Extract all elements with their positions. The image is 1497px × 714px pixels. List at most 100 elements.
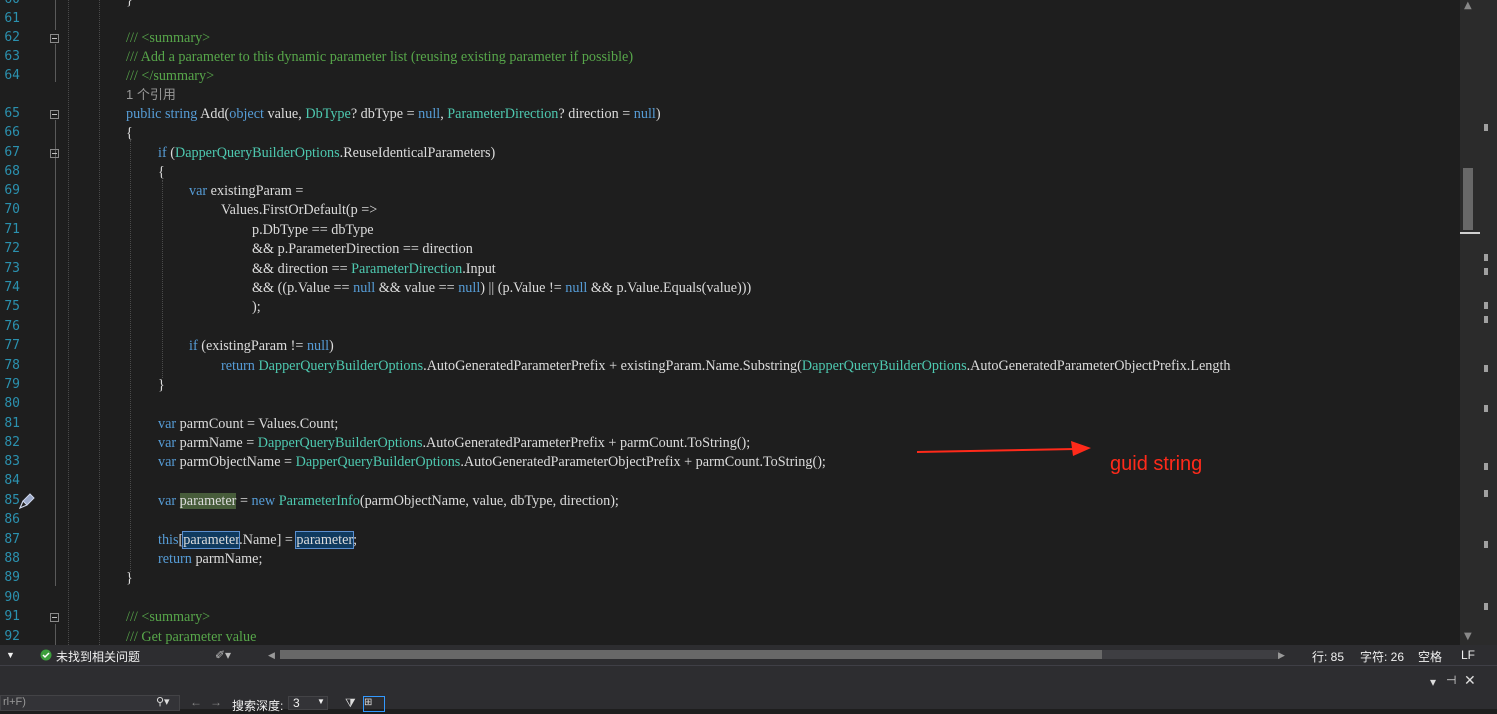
fold-toggle-icon[interactable] (50, 110, 59, 119)
line-number: 90 (4, 590, 20, 605)
code-token: = (236, 493, 252, 509)
code-token: null (306, 338, 330, 354)
code-line[interactable]: return DapperQueryBuilderOptions.AutoGen… (221, 357, 1231, 375)
code-line[interactable]: /// Get parameter value (126, 628, 256, 645)
code-line[interactable]: var parmCount = Values.Count; (158, 415, 338, 433)
code-line[interactable]: && p.ParameterDirection == direction (252, 240, 473, 258)
line-number: 64 (4, 68, 20, 83)
red-arrow-annotation (916, 441, 1091, 456)
code-line[interactable]: p.DbType == dbType (252, 221, 374, 239)
code-line[interactable]: /// <summary> (126, 29, 210, 47)
code-token: (existingParam != (201, 338, 307, 354)
code-line[interactable]: } (158, 376, 165, 394)
quick-action-icon[interactable] (18, 492, 36, 510)
vertical-scrollbar[interactable]: ▲ ▼ (1460, 0, 1497, 645)
code-token: var (158, 493, 180, 509)
column-indicator[interactable]: 字符: 26 (1360, 648, 1404, 665)
code-line[interactable]: var existingParam = (189, 182, 303, 200)
depth-select[interactable]: 3 ▼ (288, 696, 328, 710)
code-token: parmCount = Values.Count; (179, 416, 339, 432)
code-line[interactable]: /// Add a parameter to this dynamic para… (126, 48, 633, 66)
brush-icon[interactable]: ✐▾ (215, 648, 231, 662)
code-token: object (229, 106, 268, 122)
line-number: 71 (4, 222, 20, 237)
code-line[interactable]: var parmName = DapperQueryBuilderOptions… (158, 434, 750, 452)
line-number: 87 (4, 532, 20, 547)
code-line[interactable]: public string Add(object value, DbType? … (126, 105, 661, 123)
chevron-down-icon[interactable]: ▼ (6, 650, 15, 660)
code-token: DapperQueryBuilderOptions (174, 145, 340, 161)
line-ending-indicator[interactable]: LF (1461, 648, 1475, 662)
code-token: && direction == (252, 261, 352, 277)
scroll-up-icon[interactable]: ▲ (1464, 0, 1472, 11)
code-line[interactable]: if (existingParam != null) (189, 337, 334, 355)
fold-toggle-icon[interactable] (50, 34, 59, 43)
code-line[interactable]: { (126, 124, 133, 142)
issues-status[interactable]: 未找到相关问题 (56, 648, 140, 665)
search-icon[interactable]: ⚲▾ (156, 695, 170, 708)
close-icon[interactable]: ✕ (1464, 672, 1476, 689)
code-editor[interactable]: 60 61 62 63 64 65 66 67 68 69 70 71 72 73 74 75 76 77 78 79… (0, 0, 1460, 645)
filter-icon[interactable]: ⊞ (363, 696, 385, 712)
code-line[interactable]: /// </summary> (126, 67, 214, 85)
fold-toggle-icon[interactable] (50, 149, 59, 158)
line-number: 76 (4, 319, 20, 334)
back-arrow-icon[interactable]: ← (190, 695, 202, 709)
code-line[interactable]: return parmName; (158, 550, 262, 568)
code-token: if (189, 338, 202, 354)
code-line[interactable]: var parmObjectName = DapperQueryBuilderO… (158, 453, 826, 471)
code-line[interactable]: this[parameter.Name] = parameter; (158, 531, 357, 549)
scrollbar-thumb[interactable] (1463, 168, 1473, 230)
codelens-references[interactable]: 1 个引用 (126, 86, 176, 104)
code-token: new (251, 493, 279, 509)
line-number: 82 (4, 435, 20, 450)
indent-guide (130, 140, 131, 572)
code-line[interactable]: } (126, 0, 133, 9)
line-indicator[interactable]: 行: 85 (1312, 648, 1344, 665)
code-token: var (158, 416, 180, 432)
pin-icon[interactable]: ⊣ (1446, 673, 1456, 687)
code-token: && p.Value.Equals(value))) (587, 280, 752, 296)
scroll-left-icon[interactable]: ◀ (268, 650, 275, 661)
scroll-right-icon[interactable]: ▶ (1278, 650, 1285, 661)
code-line[interactable]: && direction == ParameterDirection.Input (252, 260, 496, 278)
chevron-down-icon[interactable]: ▾ (1430, 675, 1436, 689)
overview-marker (1484, 254, 1488, 261)
line-number: 78 (4, 358, 20, 373)
line-number: 84 (4, 473, 20, 488)
code-token: ParameterDirection (351, 261, 463, 277)
code-line[interactable]: { (158, 163, 165, 181)
check-circle-icon (40, 649, 52, 661)
fold-region-line (55, 120, 56, 586)
code-line[interactable]: } (126, 569, 133, 587)
line-number: 79 (4, 377, 20, 392)
overview-marker (1484, 405, 1488, 412)
code-token: var (158, 435, 180, 451)
code-token: DapperQueryBuilderOptions (258, 358, 424, 374)
overview-marker (1484, 365, 1488, 372)
code-token: string (165, 106, 201, 122)
line-number: 83 (4, 454, 20, 469)
whitespace-indicator[interactable]: 空格 (1418, 648, 1442, 665)
code-token: .AutoGeneratedParameterPrefix + parmCoun… (422, 435, 751, 451)
code-line[interactable]: && ((p.Value == null && value == null) |… (252, 279, 751, 297)
forward-arrow-icon[interactable]: → (210, 695, 222, 709)
code-line[interactable]: Values.FirstOrDefault(p => (221, 201, 377, 219)
fold-toggle-icon[interactable] (50, 613, 59, 622)
chevron-down-icon[interactable]: ▼ (317, 697, 325, 706)
code-line[interactable]: ); (252, 298, 261, 316)
code-token: .Input (462, 261, 496, 277)
fold-region-line (55, 0, 56, 30)
code-token: var (189, 183, 211, 199)
code-token: parmName = (179, 435, 258, 451)
code-token: ; (353, 532, 358, 548)
code-line[interactable]: var parameter = new ParameterInfo(parmOb… (158, 492, 619, 510)
scrollbar-thumb[interactable] (280, 650, 1102, 659)
horizontal-scrollbar[interactable] (280, 650, 1280, 659)
panel-divider (0, 665, 1497, 666)
scroll-down-icon[interactable]: ▼ (1464, 631, 1472, 642)
code-line[interactable]: /// <summary> (126, 608, 210, 626)
code-line[interactable]: if (DapperQueryBuilderOptions.ReuseIdent… (158, 144, 495, 162)
line-number: 85 (4, 493, 20, 508)
code-token: DapperQueryBuilderOptions (801, 358, 967, 374)
